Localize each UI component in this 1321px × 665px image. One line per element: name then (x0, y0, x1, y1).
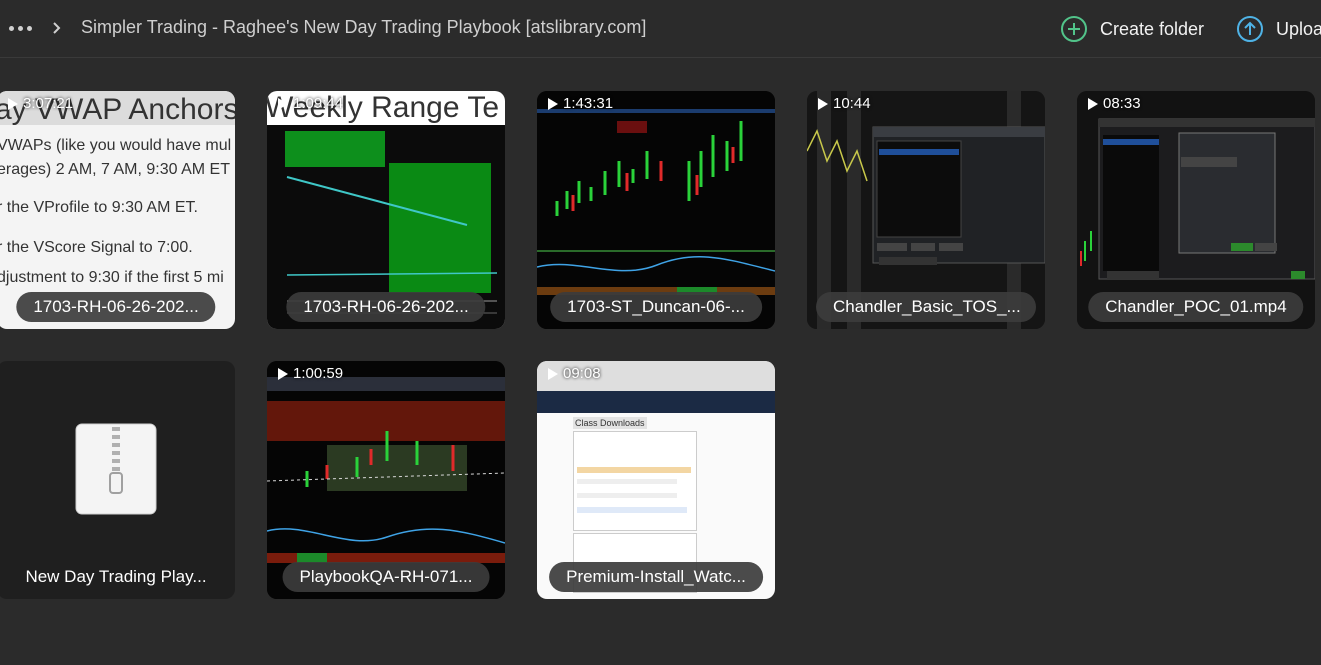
more-options-icon[interactable] (9, 18, 33, 38)
file-tile[interactable]: Class Downloads 09:08 Premium-Install_Wa… (537, 361, 775, 599)
file-tile[interactable]: New Day Trading Play... (0, 361, 235, 599)
thumbnail-text: VWAPs (like you would have mul (0, 137, 232, 154)
duration-text: 1:00:59 (293, 365, 344, 382)
play-icon (548, 367, 558, 380)
thumbnail-text: erages) 2 AM, 7 AM, 9:30 AM ET (0, 161, 230, 178)
duration-text: 1:43:31 (563, 95, 614, 112)
file-tile[interactable]: 1:00:59 PlaybookQA-RH-071... (267, 361, 505, 599)
duration-text: 10:44 (833, 95, 871, 112)
file-tile[interactable]: Weekly Range Te 1:09:44 1703-RH-06-26-20… (267, 91, 505, 329)
duration-badge: 09:08 (547, 365, 601, 382)
file-name: Chandler_POC_01.mp4 (1088, 292, 1304, 322)
create-folder-button[interactable]: Create folder (1060, 14, 1204, 44)
thumbnail-text: r the VScore Signal to 7:00. (0, 239, 193, 256)
file-name: 1703-ST_Duncan-06-... (550, 292, 762, 322)
file-tile[interactable]: 08:33 Chandler_POC_01.mp4 (1077, 91, 1315, 329)
upload-label: Uploa (1276, 18, 1321, 39)
duration-text: 09:08 (563, 365, 601, 382)
play-icon (8, 97, 18, 110)
file-name: Premium-Install_Watc... (549, 562, 763, 592)
thumbnail-header: Class Downloads (573, 417, 647, 429)
file-tile[interactable]: ay VWAP Anchors VWAPs (like you would ha… (0, 91, 235, 329)
play-icon (278, 97, 288, 110)
duration-badge: 3:07:21 (7, 95, 73, 112)
file-name: 1703-RH-06-26-202... (16, 292, 216, 322)
plus-circle-icon (1061, 16, 1087, 42)
thumbnail-text: r the VProfile to 9:30 AM ET. (0, 199, 198, 216)
file-name: 1703-RH-06-26-202... (286, 292, 486, 322)
file-name: Chandler_Basic_TOS_... (816, 292, 1036, 322)
duration-badge: 1:00:59 (277, 365, 343, 382)
duration-badge: 08:33 (1087, 95, 1141, 112)
duration-text: 08:33 (1103, 95, 1141, 112)
top-bar: Simpler Trading - Raghee's New Day Tradi… (0, 0, 1321, 58)
duration-badge: 1:09:44 (277, 95, 343, 112)
create-folder-label: Create folder (1100, 18, 1205, 39)
play-icon (1088, 97, 1098, 110)
duration-badge: 10:44 (817, 95, 871, 112)
duration-text: 1:09:44 (293, 95, 344, 112)
file-tile[interactable]: 10:44 Chandler_Basic_TOS_... (807, 91, 1045, 329)
play-icon (548, 97, 558, 110)
play-icon (818, 97, 828, 110)
duration-text: 3:07:21 (23, 95, 74, 112)
chevron-right-icon (53, 22, 61, 34)
file-name: New Day Trading Play... (25, 567, 207, 586)
breadcrumb-current-folder[interactable]: Simpler Trading - Raghee's New Day Tradi… (81, 17, 646, 38)
upload-icon (1237, 16, 1263, 42)
file-tile[interactable]: 1:43:31 1703-ST_Duncan-06-... (537, 91, 775, 329)
zip-file-icon (75, 423, 157, 515)
play-icon (278, 367, 288, 380)
file-name: PlaybookQA-RH-071... (282, 562, 490, 592)
duration-badge: 1:43:31 (547, 95, 613, 112)
thumbnail-text: djustment to 9:30 if the first 5 mi (0, 269, 224, 286)
upload-button[interactable]: Uploa (1236, 14, 1321, 44)
